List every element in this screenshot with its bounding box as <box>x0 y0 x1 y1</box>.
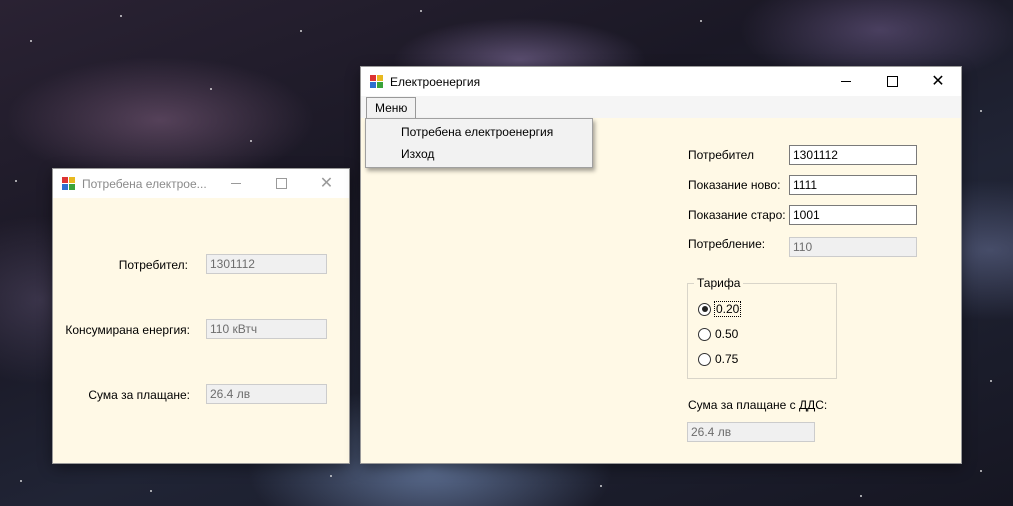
close-button[interactable]: ✕ <box>304 169 349 198</box>
minimize-button[interactable] <box>823 67 869 96</box>
tariff-group: Тарифа 0.20 0.50 0.75 <box>687 276 837 379</box>
reading-old-input[interactable]: 1001 <box>789 205 917 225</box>
radio-icon <box>698 352 711 366</box>
bill-window-titlebar[interactable]: Потребена електрое... ✕ <box>53 169 349 198</box>
bill-energy-label: Консумирана енергия: <box>65 323 190 337</box>
tariff-option-label: 0.20 <box>713 301 742 317</box>
minimize-button[interactable] <box>213 169 259 198</box>
menu-item-exit[interactable]: Изход <box>366 143 592 165</box>
consumption-field[interactable]: 110 <box>789 237 917 257</box>
close-icon: ✕ <box>931 72 945 90</box>
menu-item-consumed-energy[interactable]: Потребена електроенергия <box>366 121 592 143</box>
bill-consumer-field[interactable]: 1301112 <box>206 254 327 274</box>
menu-dropdown: Потребена електроенергия Изход <box>365 118 593 168</box>
app-icon <box>370 74 384 89</box>
maximize-icon <box>276 178 287 189</box>
bill-amount-label: Сума за плащане: <box>88 388 190 402</box>
bill-consumer-label: Потребител: <box>118 258 188 272</box>
tariff-option-0-20[interactable]: 0.20 <box>698 301 742 317</box>
minimize-icon <box>231 183 241 184</box>
bill-amount-field[interactable]: 26.4 лв <box>206 384 327 404</box>
maximize-icon <box>886 76 898 87</box>
close-icon: ✕ <box>319 174 334 192</box>
maximize-button[interactable] <box>259 169 304 198</box>
reading-old-label: Показание старо: <box>688 208 786 222</box>
menu-button[interactable]: Меню <box>366 97 417 118</box>
bill-window: Потребена електрое... ✕ Потребител: 1301… <box>53 169 349 463</box>
tariff-option-label: 0.50 <box>715 327 739 341</box>
tariff-option-0-50[interactable]: 0.50 <box>698 327 738 341</box>
bill-energy-field[interactable]: 110 кВтч <box>206 319 327 339</box>
consumer-input[interactable]: 1301112 <box>789 145 917 165</box>
radio-checked-icon <box>698 302 711 316</box>
close-button[interactable]: ✕ <box>915 67 961 96</box>
main-window-titlebar[interactable]: Електроенергия ✕ <box>361 67 961 96</box>
reading-new-input[interactable]: 1111 <box>789 175 917 195</box>
tariff-option-0-75[interactable]: 0.75 <box>698 352 738 366</box>
vat-amount-label: Сума за плащане с ДДС: <box>688 398 828 412</box>
bill-window-title: Потребена електрое... <box>82 176 207 191</box>
consumption-label: Потребление: <box>688 237 766 251</box>
tariff-option-label: 0.75 <box>715 352 739 366</box>
maximize-button[interactable] <box>869 67 915 96</box>
reading-new-label: Показание ново: <box>688 178 781 192</box>
vat-amount-field[interactable]: 26.4 лв <box>687 422 815 442</box>
minimize-icon <box>841 81 851 82</box>
consumer-label: Потребител <box>688 148 754 162</box>
app-icon <box>62 176 76 191</box>
tariff-group-label: Тарифа <box>694 276 744 290</box>
radio-icon <box>698 327 711 341</box>
main-window: Електроенергия ✕ Меню Потребител 1301112… <box>361 67 961 463</box>
menu-bar: Меню <box>361 96 961 118</box>
main-window-title: Електроенергия <box>390 74 481 89</box>
